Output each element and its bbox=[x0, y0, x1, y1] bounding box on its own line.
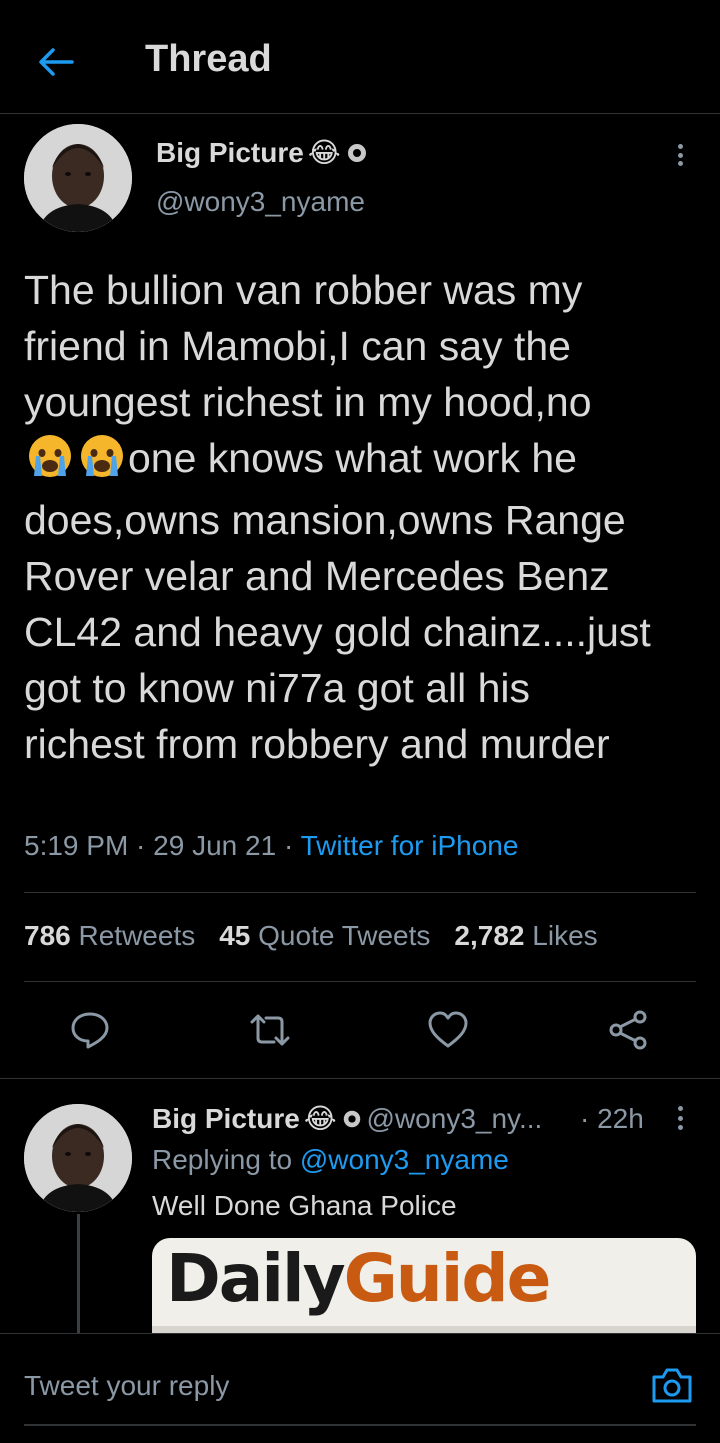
reply-text: Well Done Ghana Police bbox=[152, 1190, 457, 1221]
input-underline bbox=[24, 1424, 696, 1426]
more-dot-icon bbox=[677, 144, 683, 149]
more-options-button[interactable] bbox=[668, 140, 692, 170]
media-image[interactable]: DailyGuide bbox=[152, 1238, 696, 1334]
author-handle[interactable]: @wony3_nyame bbox=[156, 186, 365, 218]
retweet-icon bbox=[250, 1014, 290, 1046]
back-button[interactable] bbox=[32, 40, 80, 84]
reply-timestamp: · 22h bbox=[580, 1102, 644, 1134]
avatar[interactable] bbox=[24, 124, 132, 232]
author-name[interactable]: Big Picture 😂 bbox=[156, 136, 369, 169]
divider bbox=[24, 981, 696, 982]
reply-input[interactable]: Tweet your reply bbox=[24, 1370, 229, 1402]
retweet-button[interactable] bbox=[248, 1008, 292, 1052]
avatar[interactable] bbox=[24, 1104, 132, 1212]
badge-icon bbox=[343, 1110, 360, 1127]
quote-tweets-stat[interactable]: 45 Quote Tweets bbox=[219, 920, 430, 952]
crying-emoji-icon bbox=[24, 432, 76, 492]
divider bbox=[0, 1078, 720, 1079]
reply-button[interactable] bbox=[68, 1008, 112, 1052]
more-dot-icon bbox=[677, 1106, 683, 1111]
reply-composer: Tweet your reply bbox=[0, 1333, 720, 1443]
engagement-stats: 786 Retweets 45 Quote Tweets 2,782 Likes bbox=[24, 920, 598, 952]
tweet-actions bbox=[0, 1000, 720, 1060]
laughing-emoji-icon: 😂 bbox=[303, 1103, 337, 1134]
badge-icon bbox=[347, 143, 366, 162]
mention-link[interactable]: @wony3_nyame bbox=[300, 1144, 509, 1175]
retweets-stat[interactable]: 786 Retweets bbox=[24, 920, 195, 952]
tweet-timestamp: 5:19 PM · 29 Jun 21 · Twitter for iPhone bbox=[24, 830, 519, 861]
replying-to: Replying to @wony3_nyame bbox=[152, 1144, 509, 1175]
reply-icon bbox=[71, 1012, 109, 1049]
divider bbox=[24, 892, 696, 893]
camera-icon bbox=[652, 1368, 692, 1403]
share-button[interactable] bbox=[606, 1008, 650, 1052]
author-handle: @wony3_ny... bbox=[366, 1102, 543, 1134]
author-name: Big Picture bbox=[152, 1102, 300, 1134]
likes-stat[interactable]: 2,782 Likes bbox=[454, 920, 597, 952]
share-icon bbox=[609, 1010, 647, 1050]
like-button[interactable] bbox=[426, 1008, 470, 1052]
heart-icon bbox=[428, 1011, 468, 1048]
thread-connector bbox=[77, 1214, 80, 1334]
camera-button[interactable] bbox=[648, 1362, 696, 1408]
source-link[interactable]: Twitter for iPhone bbox=[301, 830, 519, 861]
page-title: Thread bbox=[145, 38, 272, 80]
arrow-left-icon bbox=[39, 48, 74, 76]
crying-emoji-icon bbox=[76, 432, 128, 492]
newspaper-masthead: DailyGuide bbox=[166, 1240, 551, 1317]
reply-author-row[interactable]: Big Picture 😂 @wony3_ny... · 22h bbox=[152, 1102, 644, 1135]
laughing-emoji-icon: 😂 bbox=[307, 137, 341, 168]
more-options-button[interactable] bbox=[670, 1104, 690, 1132]
top-bar: Thread bbox=[0, 0, 720, 114]
tweet-text: The bullion van robber was my friend in … bbox=[24, 267, 651, 767]
